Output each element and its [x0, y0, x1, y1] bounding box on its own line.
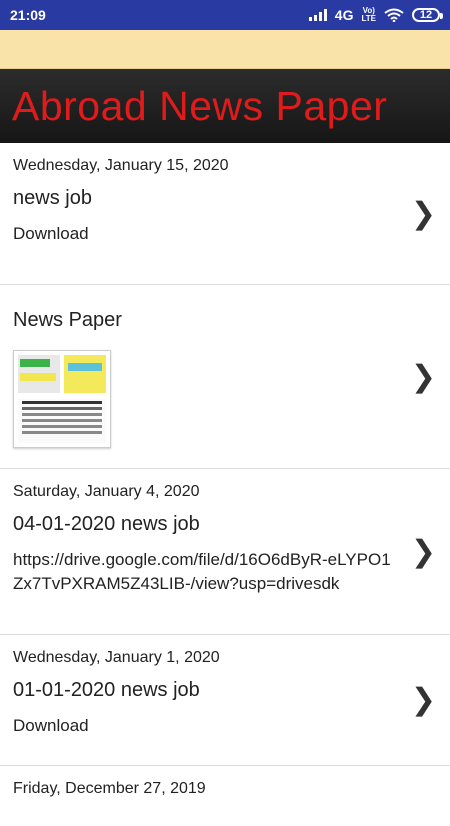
news-feed[interactable]: Wednesday, January 15, 2020 news job Dow…	[0, 143, 450, 826]
status-icons: 4G Vo) LTE 12	[308, 6, 443, 23]
item-date: Wednesday, January 15, 2020	[13, 157, 229, 174]
item-title: News Paper	[13, 309, 122, 331]
chevron-right-icon[interactable]: ❯	[411, 683, 436, 718]
item-title: 04-01-2020 news job	[13, 513, 200, 535]
item-date: Friday, December 27, 2019	[13, 780, 206, 797]
status-time: 21:09	[10, 7, 46, 23]
item-date: Wednesday, January 1, 2020	[13, 649, 220, 666]
app-header: Abroad News Paper	[0, 69, 450, 143]
feed-item[interactable]: Wednesday, January 1, 2020 01-01-2020 ne…	[0, 635, 450, 766]
feed-item[interactable]: News Paper ❯	[0, 285, 450, 469]
newspaper-thumbnail[interactable]	[13, 350, 111, 448]
chevron-right-icon[interactable]: ❯	[411, 534, 436, 569]
item-body: Download	[13, 224, 89, 243]
status-bar: 21:09 4G Vo) LTE 12	[0, 0, 450, 30]
signal-icon	[308, 9, 327, 21]
feed-item[interactable]: Saturday, January 4, 2020 04-01-2020 new…	[0, 469, 450, 635]
chevron-right-icon[interactable]: ❯	[411, 196, 436, 231]
battery-icon: 12	[412, 8, 443, 22]
app-title: Abroad News Paper	[12, 82, 388, 129]
feed-item[interactable]: Friday, December 27, 2019	[0, 766, 450, 826]
feed-item[interactable]: Wednesday, January 15, 2020 news job Dow…	[0, 143, 450, 285]
chevron-right-icon[interactable]: ❯	[411, 359, 436, 394]
item-body: Download	[13, 716, 89, 735]
battery-level: 12	[419, 9, 433, 21]
ad-banner[interactable]	[0, 30, 450, 69]
item-link[interactable]: https://drive.google.com/file/d/16O6dByR…	[13, 548, 396, 596]
item-date: Saturday, January 4, 2020	[13, 483, 200, 500]
volte-icon: Vo) LTE	[361, 6, 376, 23]
item-title: 01-01-2020 news job	[13, 679, 200, 701]
network-type: 4G	[334, 7, 354, 23]
wifi-icon	[384, 8, 404, 22]
item-title: news job	[13, 187, 92, 209]
